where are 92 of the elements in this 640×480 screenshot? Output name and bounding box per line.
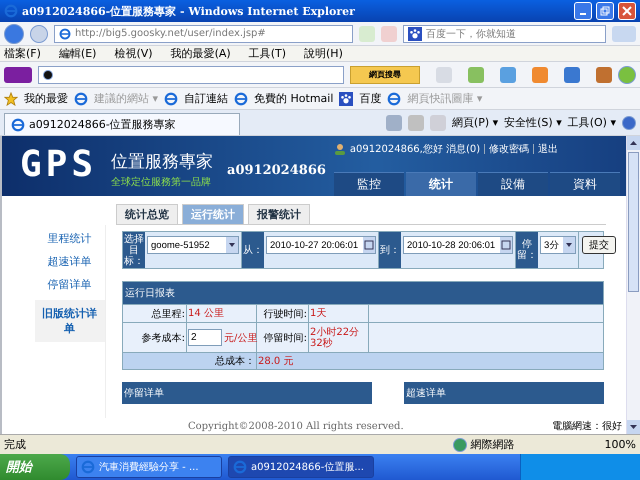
menu-item[interactable]: 檢視(V) [114,46,153,61]
table-cell-text: 28.0 元 [257,354,294,368]
sidebar-item[interactable]: 超速详单 [34,254,104,269]
browser-icon [74,92,88,106]
target-select[interactable]: goome-51952 [147,236,239,254]
from-date-field[interactable]: 2010-10-27 20:06:01 [266,236,376,254]
zone-text: 網際網路 [470,437,516,452]
toolbar-icon[interactable] [532,66,548,82]
favorites-link[interactable]: 百度 [359,91,382,106]
favorites-link[interactable]: 自訂連結 [184,91,228,106]
cost-input[interactable]: 2 [188,329,222,346]
command-menu[interactable]: 安全性(S) ▾ [504,115,562,130]
favorites-link[interactable]: 免費的 Hotmail [254,91,334,106]
toolbar-icon[interactable] [500,66,516,82]
menu-item[interactable]: 我的最愛(A) [170,46,231,61]
field-label: 到： [379,232,401,268]
user-link[interactable]: 修改密碼 [489,142,530,156]
toolbar-icon[interactable] [468,66,484,82]
command-menu[interactable]: 工具(O) ▾ [568,115,616,130]
nav-tab[interactable]: 設備 [478,172,548,196]
favorites-link[interactable]: 我的最愛 [24,91,68,106]
menu-item[interactable]: 編輯(E) [58,46,96,61]
web-search-button[interactable]: 網頁搜尋 [350,66,420,84]
field-label: 从： [242,232,264,268]
panel-header: 停留详单 [122,382,372,404]
sub-tab[interactable]: 统计总览 [116,204,178,224]
submit-button[interactable]: 提交 [582,236,616,254]
calendar-icon[interactable] [500,237,512,253]
scroll-down-button[interactable] [627,420,640,434]
browser-icon [81,460,95,474]
menu-item[interactable]: 檔案(F) [4,46,41,61]
field-label: 选择目标： [123,232,145,268]
status-text: 完成 [4,437,27,452]
toolbar-search-field[interactable] [38,66,344,84]
nav-tab[interactable]: 監控 [334,172,404,196]
table-cell: 总成本： [123,353,257,369]
taskbar-button[interactable]: a0912024866-位置服... [228,456,374,478]
restore-button[interactable] [596,2,614,20]
minimize-icon [580,13,586,15]
toolbar-icon[interactable] [596,66,612,82]
restore-icon [600,6,610,16]
browser-tab[interactable]: a0912024866-位置服務專家 [4,113,240,135]
unit-label: 元/公里 [224,332,258,344]
command-menu[interactable]: 網頁(P) ▾ [452,115,498,130]
star-icon[interactable] [4,92,18,106]
site-title: 位置服務專家 [111,151,214,173]
stop-select[interactable]: 3分 [540,236,576,254]
browser-icon [4,4,18,18]
paw-icon [339,92,354,106]
field-label: 停留： [516,232,538,268]
copyright-text: Copyright©2008-2010 All rights reserved. [188,420,404,432]
nav-tab[interactable]: 資料 [550,172,620,196]
user-link[interactable]: 退出 [538,142,558,156]
sidebar-item[interactable]: 停留详单 [34,277,104,292]
browser-icon [59,28,71,40]
browser-icon [164,92,178,106]
search-field[interactable]: 百度一下，你就知道 [403,24,606,42]
scrollbar[interactable] [626,136,640,434]
user-icon [334,143,346,155]
account-name: a0912024866 [227,163,326,178]
menu-item[interactable]: 工具(T) [248,46,286,61]
close-icon [622,6,632,16]
menu-item[interactable]: 說明(H) [304,46,343,61]
to-date-field[interactable]: 2010-10-28 20:06:01 [403,236,513,254]
address-field[interactable]: http://big5.goosky.net/user/index.jsp# [54,24,354,42]
calendar-icon[interactable] [363,237,375,253]
browser-icon [11,118,25,132]
browser-icon [233,460,247,474]
sub-tab[interactable]: 报警统计 [248,204,310,224]
start-button[interactable]: 開始 [0,454,70,480]
back-button[interactable] [4,24,24,44]
close-button[interactable] [618,2,636,20]
minimize-button[interactable] [574,2,592,20]
user-link[interactable]: a0912024866,您好 消息(0) [350,142,480,156]
taskbar-button[interactable]: 汽車消費經驗分享 - ... [76,456,222,478]
report-title: 运行日报表 [123,282,603,304]
window-title: a0912024866-位置服務專家 - Windows Internet Explorer [22,4,356,18]
browser-icon [387,92,402,106]
scroll-thumb[interactable] [628,152,639,292]
sidebar-item[interactable]: 里程统计 [34,231,104,246]
toolbar-icon[interactable] [564,66,580,82]
panel-header: 超速详单 [404,382,604,404]
speed-text: 電腦網速：很好 [552,420,622,433]
paw-icon [408,26,422,40]
browser-icon [234,92,248,106]
site-slogan: 全球定位服務第一品牌 [111,176,212,189]
sidebar-item[interactable]: 旧版统计详单 [34,300,104,342]
zoom-level[interactable]: 100% [604,438,636,451]
forward-button[interactable] [30,24,48,42]
nav-tab[interactable]: 统计 [406,172,476,196]
site-logo: GPS [19,143,98,187]
scroll-up-button[interactable] [627,136,640,150]
